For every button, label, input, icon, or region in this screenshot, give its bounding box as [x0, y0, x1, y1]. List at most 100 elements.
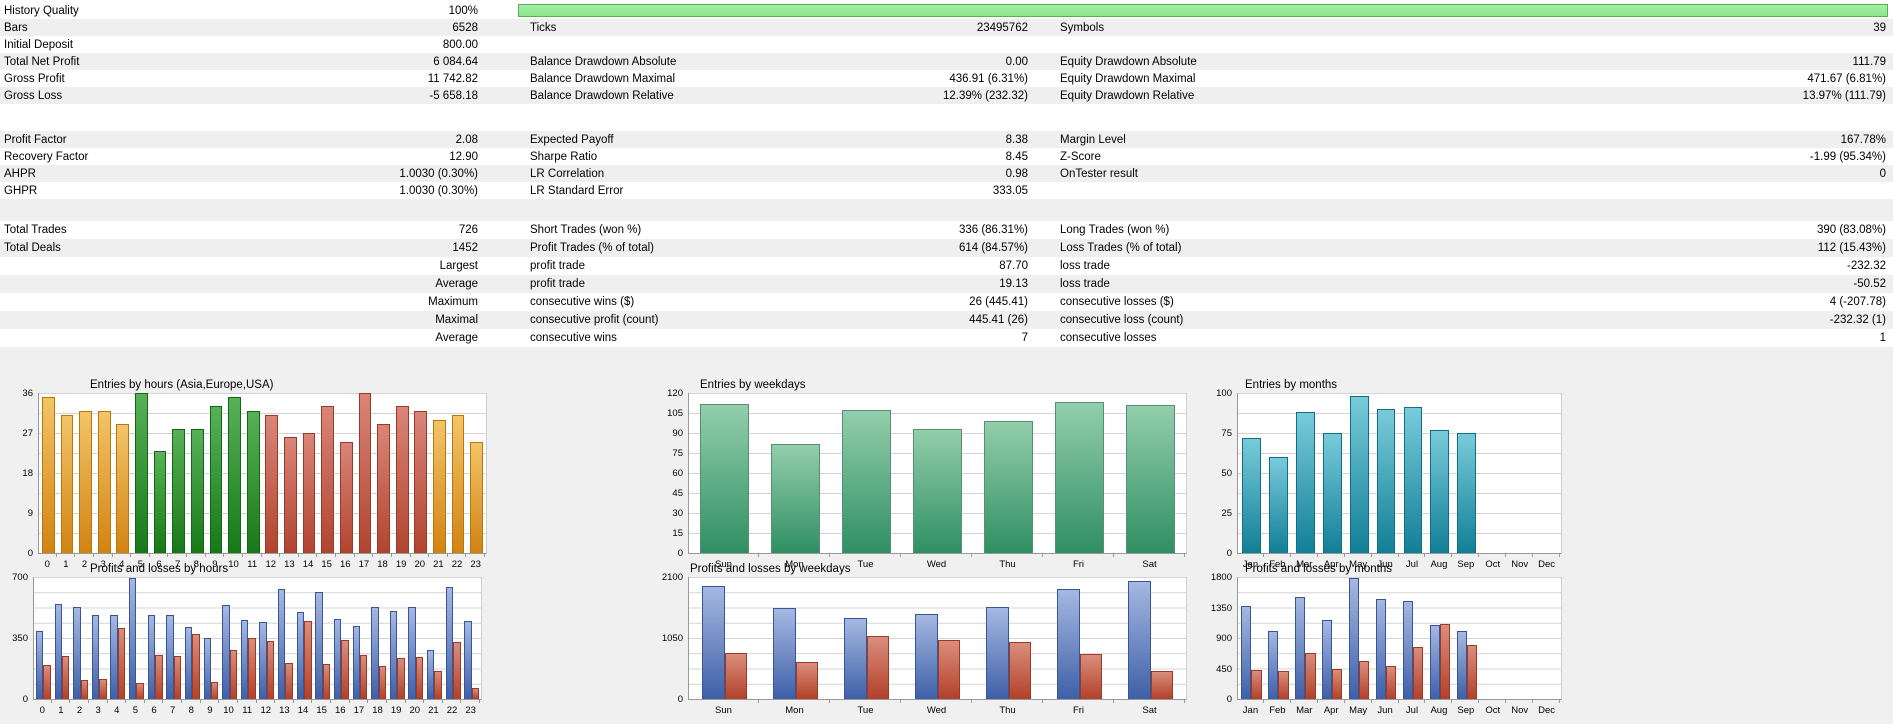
x-axis-tick-label: Apr	[1318, 705, 1345, 716]
stat-value: 39	[1060, 19, 1886, 36]
bar	[1467, 645, 1477, 699]
x-axis-tick-label: 13	[275, 705, 294, 716]
table-separator-row	[0, 347, 1893, 361]
bar	[360, 655, 367, 699]
bar-slot-Sat	[1115, 577, 1186, 699]
bar-slot-Fri	[1044, 393, 1115, 553]
bar-slot-15	[313, 577, 332, 699]
bar	[278, 589, 285, 699]
bar	[842, 410, 890, 553]
table-row: Total Deals1452Profit Trades (% of total…	[0, 239, 1893, 257]
bar	[285, 663, 292, 699]
x-axis-tick-label: 23	[461, 705, 480, 716]
x-axis-ticks	[1237, 554, 1560, 557]
bar	[434, 671, 441, 699]
stat-value: 0.98	[530, 165, 1028, 182]
bar	[154, 451, 167, 553]
bar	[1128, 581, 1151, 700]
table-row: Total Net Profit6 084.64Balance Drawdown…	[0, 53, 1893, 70]
y-axis-tick-label: 105	[651, 408, 683, 419]
bar	[453, 642, 460, 700]
bar	[1403, 601, 1413, 699]
bar	[340, 442, 353, 553]
bar	[172, 429, 185, 553]
bar	[938, 640, 961, 699]
bar	[42, 397, 55, 553]
x-axis-tick-label: Mar	[1291, 705, 1318, 716]
bar	[396, 406, 409, 553]
bar	[155, 655, 162, 699]
bar	[773, 608, 796, 699]
stat-value: 19.13	[530, 275, 1028, 293]
bar-slot-Sun	[689, 393, 760, 553]
x-axis-tick-label: 21	[429, 559, 448, 570]
bar	[1151, 671, 1174, 699]
stat-value: -232.32	[1060, 257, 1886, 275]
bar	[915, 614, 938, 699]
bar-slot-2	[71, 577, 90, 699]
bar-slot-3	[90, 577, 109, 699]
table-row: GHPR1.0030 (0.30%)LR Standard Error333.0…	[0, 182, 1893, 199]
table-row: Averageprofit trade19.13loss trade-50.52	[0, 275, 1893, 293]
bar-slot-18	[369, 577, 388, 699]
x-axis-tick-label: 14	[299, 559, 318, 570]
bar	[771, 444, 819, 553]
x-axis-tick-label: Feb	[1264, 705, 1291, 716]
bar-slot-Thu	[973, 393, 1044, 553]
bar	[228, 397, 241, 553]
bar	[61, 415, 74, 553]
bar	[1126, 405, 1174, 553]
chart-plot-pl-by-hours	[33, 577, 482, 700]
bar-slot-20	[407, 577, 426, 699]
stat-value: 0.00	[530, 53, 1028, 70]
bar	[1350, 396, 1369, 553]
y-axis-tick-label: 100	[1200, 388, 1232, 399]
bar-slot-Aug	[1426, 393, 1453, 553]
x-axis-tick-label: Mon	[759, 705, 830, 716]
y-axis-tick-label: 1350	[1200, 603, 1232, 614]
bar-slot-9	[202, 577, 221, 699]
x-axis-tick-label: Oct	[1479, 705, 1506, 716]
bar-slot-Nov	[1507, 393, 1534, 553]
bar-slot-6	[151, 393, 170, 553]
bar-slot-7	[164, 577, 183, 699]
bar-slot-15	[318, 393, 337, 553]
bar-slot-Sat	[1115, 393, 1186, 553]
chart-title-entries-by-weekdays: Entries by weekdays	[700, 379, 805, 391]
bar-slot-17	[351, 577, 370, 699]
bar	[1269, 457, 1288, 553]
bar-slot-Oct	[1480, 577, 1507, 699]
bar-slot-Oct	[1480, 393, 1507, 553]
bar	[118, 628, 125, 699]
stat-value: 336 (86.31%)	[530, 221, 1028, 239]
chart-title-pl-by-months: Profits and losses by months	[1245, 563, 1392, 575]
stat-value: 445.41 (26)	[530, 311, 1028, 329]
stat-value: 6528	[0, 19, 478, 36]
y-axis-tick-label: 15	[651, 528, 683, 539]
stat-value: 0	[1060, 165, 1886, 182]
x-axis-tick-label: Nov	[1506, 559, 1533, 570]
bar	[304, 621, 311, 699]
bar	[1268, 631, 1278, 699]
bar	[1295, 597, 1305, 699]
bar	[116, 424, 129, 553]
bar-slot-Aug	[1426, 577, 1453, 699]
bar	[1055, 402, 1103, 553]
bar	[796, 662, 819, 699]
y-axis-tick-label: 60	[651, 468, 683, 479]
bar-slot-2	[76, 393, 95, 553]
x-axis-tick-label: Jun	[1372, 705, 1399, 716]
bar-slot-5	[127, 577, 146, 699]
charts-area: Entries by hours (Asia,Europe,USA)091827…	[0, 361, 1893, 724]
bar	[323, 664, 330, 699]
bar-slot-Thu	[973, 577, 1044, 699]
stat-value: 1.0030 (0.30%)	[0, 182, 478, 199]
x-axis-tick-label: 14	[294, 705, 313, 716]
chart-plot-entries-by-hours	[38, 393, 487, 554]
bar-slot-Dec	[1534, 577, 1561, 699]
bar	[192, 634, 199, 699]
bar	[62, 656, 69, 699]
bar	[1009, 642, 1032, 700]
x-axis-tick-label: Thu	[972, 705, 1043, 716]
bar-slot-May	[1346, 577, 1373, 699]
